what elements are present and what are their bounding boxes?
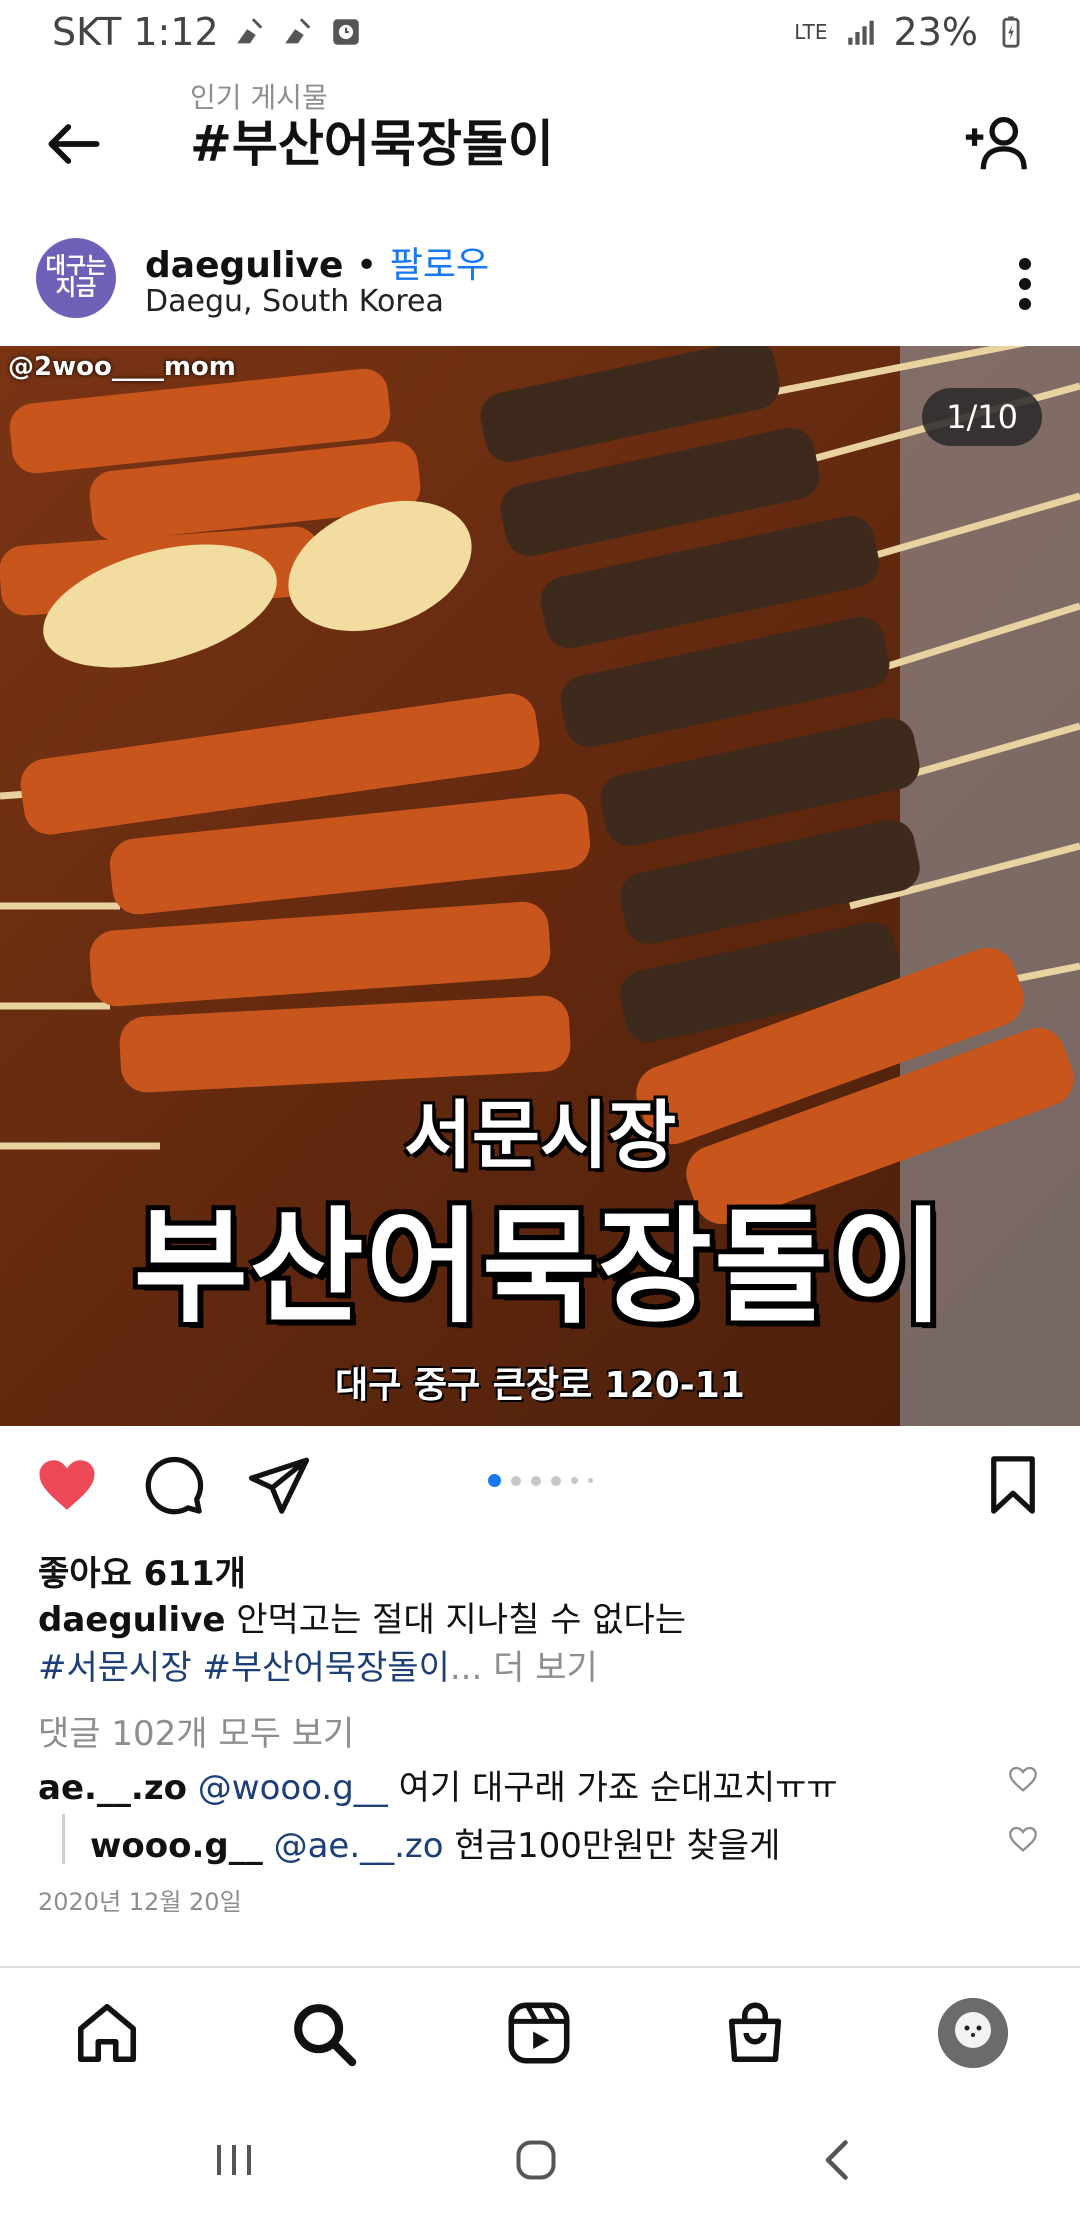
image-title: 부산어묵장돌이 xyxy=(133,1196,947,1340)
reply-like-heart-icon[interactable] xyxy=(1006,1822,1040,1856)
page-title: #부산어묵장돌이 xyxy=(190,115,554,173)
reply-username[interactable]: wooo.g__ xyxy=(90,1826,263,1866)
shop-icon[interactable] xyxy=(720,1998,790,2068)
recent-apps-icon[interactable] xyxy=(204,2130,264,2190)
view-all-comments[interactable]: 댓글 102개 모두 보기 xyxy=(38,1706,354,1755)
cleaning-icon-2 xyxy=(284,18,311,44)
likes-count[interactable]: 좋아요 611개 xyxy=(38,1546,246,1595)
clock-app-icon xyxy=(332,19,359,45)
signal-icon xyxy=(847,20,874,45)
comment-username[interactable]: ae.__.zo xyxy=(38,1768,187,1808)
avatar[interactable]: 대구는 지금 xyxy=(36,238,116,318)
reels-icon[interactable] xyxy=(504,1998,574,2068)
caption-username[interactable]: daegulive xyxy=(38,1600,225,1640)
system-nav-bar xyxy=(0,2100,1080,2220)
carousel-dot xyxy=(551,1475,561,1486)
carousel-dot-active xyxy=(488,1474,501,1487)
home-button-icon[interactable] xyxy=(506,2130,566,2190)
comment-item: ae.__.zo @wooo.g__ 여기 대구래 가죠 순대꼬치ㅠㅠ xyxy=(38,1760,838,1809)
search-icon[interactable] xyxy=(288,1998,358,2068)
carousel-dot xyxy=(571,1477,578,1484)
system-back-icon[interactable] xyxy=(808,2130,868,2190)
comment-like-heart-icon[interactable] xyxy=(1006,1762,1040,1796)
more-vertical-icon[interactable] xyxy=(1010,254,1040,314)
profile-avatar[interactable] xyxy=(938,1998,1008,2068)
carousel-indicator xyxy=(488,1474,593,1487)
post-username[interactable]: daegulive xyxy=(145,245,343,286)
image-address: 대구 중구 큰장로 120-11 xyxy=(335,1365,745,1406)
caption-hashtags[interactable]: #서문시장 #부산어묵장돌이 xyxy=(38,1648,450,1688)
cleaning-icon xyxy=(236,18,263,44)
caption-text: 안먹고는 절대 지나칠 수 없다는 xyxy=(236,1600,687,1640)
add-person-icon[interactable] xyxy=(960,108,1030,178)
comment-reply: wooo.g__ @ae.__.zo 현금100만원만 찾을게 xyxy=(90,1818,780,1867)
status-right: LTE 23% xyxy=(794,10,1028,54)
status-left: SKT 1:12 xyxy=(52,10,363,54)
home-icon[interactable] xyxy=(72,1998,142,2068)
more-link[interactable]: ... 더 보기 xyxy=(450,1648,598,1688)
follow-button[interactable]: 팔로우 xyxy=(390,245,489,286)
back-arrow-icon[interactable] xyxy=(40,110,108,178)
carousel-dot xyxy=(531,1475,541,1486)
image-counter: 1/10 xyxy=(922,388,1042,446)
post-actions xyxy=(0,1440,1080,1530)
profile-avatar-image xyxy=(938,1998,1008,2068)
post-username-line: daegulive • 팔로우 xyxy=(145,236,489,288)
post-image[interactable]: 1/10 @2woo____mom 서문시장 부산어묵장돌이 대구 중구 큰장로… xyxy=(0,346,1080,1426)
reply-text: 현금100만원만 찾을게 xyxy=(443,1826,781,1866)
bottom-nav xyxy=(0,1968,1080,2098)
bookmark-icon[interactable] xyxy=(980,1452,1046,1518)
comment-icon[interactable] xyxy=(140,1452,206,1518)
send-icon[interactable] xyxy=(246,1452,312,1518)
comment-mention[interactable]: @wooo.g__ xyxy=(198,1768,388,1808)
post-header: 대구는 지금 daegulive • 팔로우 Daegu, South Kore… xyxy=(0,230,1080,340)
reply-mention[interactable]: @ae.__.zo xyxy=(274,1826,444,1866)
top-header: 인기 게시물 #부산어묵장돌이 xyxy=(0,70,1080,210)
battery-percent: 23% xyxy=(893,10,978,54)
comment-text: 여기 대구래 가죠 순대꼬치ㅠㅠ xyxy=(387,1768,838,1808)
reply-indicator xyxy=(62,1814,65,1864)
caption: daegulive 안먹고는 절대 지나칠 수 없다는 #서문시장 #부산어묵장… xyxy=(38,1596,1038,1692)
status-bar: SKT 1:12 LTE 23% xyxy=(0,0,1080,64)
battery-icon xyxy=(1002,16,1020,48)
post-date: 2020년 12월 20일 xyxy=(38,1888,242,1916)
carousel-dot xyxy=(511,1475,521,1486)
heart-filled-icon[interactable] xyxy=(34,1452,100,1518)
network-type: LTE xyxy=(794,20,828,44)
carrier-time: SKT 1:12 xyxy=(52,10,219,54)
post-location[interactable]: Daegu, South Korea xyxy=(145,284,444,319)
image-watermark: @2woo____mom xyxy=(8,352,236,382)
carousel-dot xyxy=(588,1478,593,1483)
separator-dot: • xyxy=(356,245,378,286)
